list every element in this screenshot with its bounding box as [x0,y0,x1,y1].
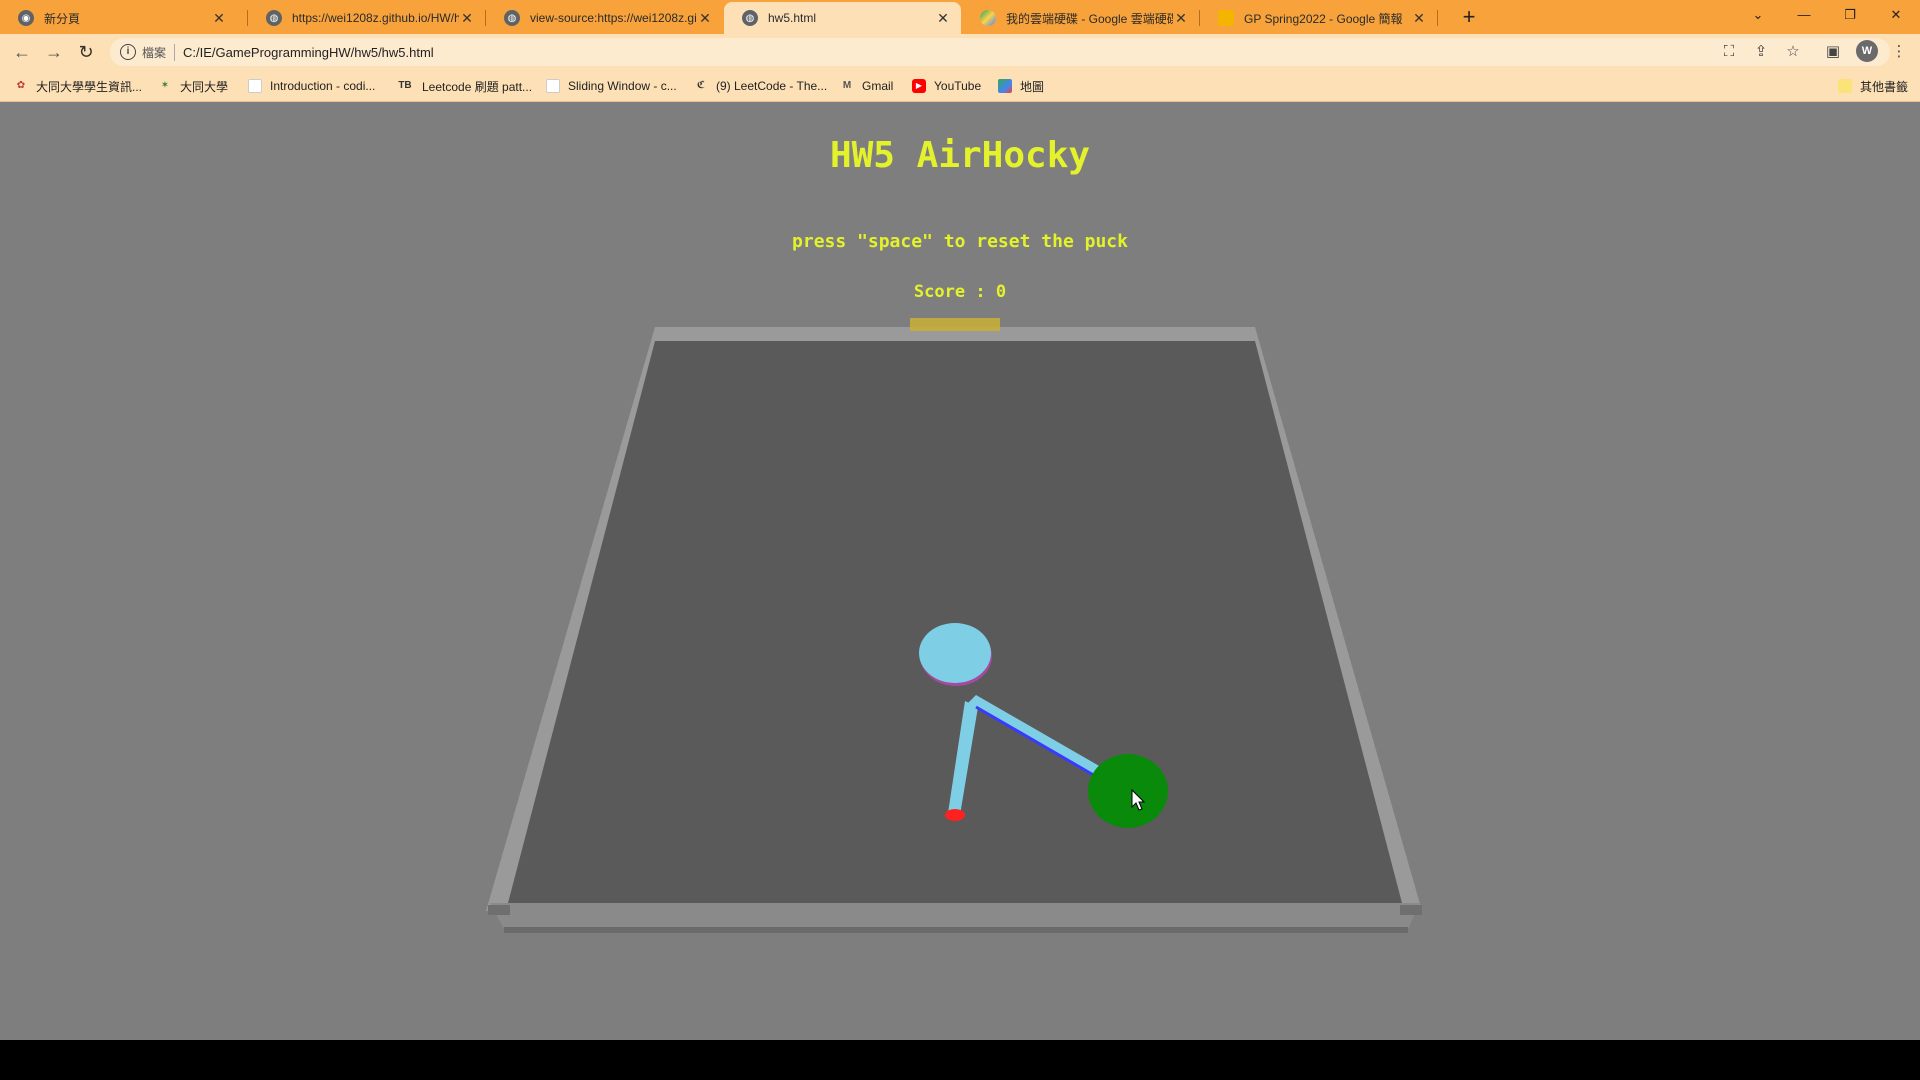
close-icon[interactable]: ✕ [1411,10,1427,27]
bookmark-tatung-student[interactable]: ✿ 大同大學學生資訊... [14,77,142,95]
forward-icon[interactable]: → [40,38,68,66]
tab-title: 新分頁 [44,11,81,26]
tab-github-hw[interactable]: ◍ https://wei1208z.github.io/HW/h ✕ [248,2,485,34]
bookmark-tatung[interactable]: ✶ 大同大學 [158,77,228,95]
bookmark-label: Sliding Window - c... [568,79,677,93]
bookmark-star-icon[interactable]: ☆ [1782,42,1804,64]
tab-title: https://wei1208z.github.io/HW/h [292,11,459,25]
page-icon [248,79,262,93]
tab-view-source[interactable]: ◍ view-source:https://wei1208z.gi ✕ [486,2,723,34]
bookmark-youtube[interactable]: ▶ YouTube [912,77,981,95]
reload-icon[interactable]: ↻ [72,38,100,66]
side-panel-icon[interactable]: ▣ [1822,42,1844,64]
new-tab-button[interactable]: + [1455,4,1483,32]
close-icon[interactable]: ✕ [697,10,713,27]
close-icon[interactable]: ✕ [1173,10,1189,27]
bookmark-maps[interactable]: 地圖 [998,77,1044,95]
browser-window: ◉ 新分頁 ✕ ◍ https://wei1208z.github.io/HW/… [0,0,1920,1040]
info-icon[interactable]: i [120,44,136,60]
slides-icon [1218,10,1234,26]
bookmark-label: YouTube [934,79,982,93]
tatung-icon: ✿ [16,80,26,91]
tab-hw5-html[interactable]: ◍ hw5.html ✕ [724,2,961,34]
bookmark-label: Introduction - codi... [270,79,376,93]
mallet [1088,754,1168,828]
bookmark-label: Gmail [862,79,894,93]
back-icon[interactable]: ← [8,38,36,66]
maps-icon [998,79,1012,93]
tab-new-tab[interactable]: ◉ 新分頁 ✕ [0,2,237,34]
page-title: HW5 AirHocky [829,135,1091,176]
reset-hint: press "space" to reset the puck [792,231,1128,252]
tab-search-icon[interactable]: ⌄ [1738,2,1778,30]
scheme-label: 檔案 [142,43,176,61]
bottom-black-strip [0,1040,1920,1080]
globe-icon: ◍ [742,10,758,26]
tab-google-drive[interactable]: 我的雲端硬碟 - Google 雲端硬碟 ✕ [962,2,1199,34]
bookmark-other[interactable]: 其他書籤 [1838,77,1908,95]
close-icon[interactable]: ✕ [459,10,475,27]
url-text[interactable]: C:/IE/GameProgrammingHW/hw5/hw5.html [183,45,434,60]
drive-icon [980,10,996,26]
page-viewport: HW5 AirHocky press "space" to reset the … [0,103,1920,1040]
bookmark-introduction[interactable]: Introduction - codi... [248,77,375,95]
bookmark-label: (9) LeetCode - The... [716,79,828,93]
arm-end-joint [945,809,965,821]
bookmarks-bar: ✿ 大同大學學生資訊... ✶ 大同大學 Introduction - codi… [0,70,1920,102]
bookmark-label: 其他書籤 [1860,79,1909,94]
leetcode-icon: ℭ [696,80,706,91]
tab-title: 我的雲端硬碟 - Google 雲端硬碟 [1006,11,1173,26]
translate-icon[interactable]: ⛶ [1718,42,1740,64]
bookmark-leetcode[interactable]: ℭ (9) LeetCode - The... [694,77,827,95]
tb-icon: TB [398,80,412,91]
tab-title: hw5.html [768,11,817,25]
tab-google-slides[interactable]: GP Spring2022 - Google 簡報 ✕ [1200,2,1437,34]
bookmark-label: 大同大學 [180,79,229,94]
table-front-rail-edge [504,927,1408,933]
score-value: 0 [995,282,1007,302]
youtube-icon: ▶ [912,79,926,93]
bookmark-gmail[interactable]: M Gmail [840,77,894,95]
share-icon[interactable]: ⇪ [1750,42,1772,64]
tab-title: GP Spring2022 - Google 簡報 [1244,11,1403,26]
minimize-icon[interactable]: — [1784,2,1824,30]
avatar[interactable]: W [1856,40,1878,62]
bookmark-label: 地圖 [1020,79,1045,94]
close-window-icon[interactable]: ✕ [1876,2,1916,30]
bookmark-sliding-window[interactable]: Sliding Window - c... [546,77,677,95]
browser-toolbar: ← → ↻ i 檔案 C:/IE/GameProgrammingHW/hw5/h… [0,34,1920,70]
page-icon [546,79,560,93]
close-icon[interactable]: ✕ [935,10,951,27]
close-icon[interactable]: ✕ [211,10,227,27]
tab-strip: ◉ 新分頁 ✕ ◍ https://wei1208z.github.io/HW/… [0,0,1920,34]
goal-slot [910,318,1000,331]
gmail-icon: M [842,80,852,91]
chrome-icon: ◉ [18,10,34,26]
bookmark-label: Leetcode 刷題 patt... [422,79,533,94]
folder-icon [1838,79,1852,93]
bookmark-label: 大同大學學生資訊... [36,79,143,94]
table-corner-left [488,905,510,915]
table-front-rail [490,903,1420,929]
globe-icon: ◍ [266,10,282,26]
globe-icon: ◍ [504,10,520,26]
tatung-logo-icon: ✶ [160,80,170,91]
table-corner-right [1400,905,1422,915]
menu-icon[interactable]: ⋮ [1888,42,1910,64]
score-display: Score : 0 [0,282,1920,302]
address-bar[interactable]: i 檔案 C:/IE/GameProgrammingHW/hw5/hw5.htm… [110,38,1890,66]
bookmark-leetcode-pattern[interactable]: TB Leetcode 刷題 patt... [396,77,532,95]
tab-title: view-source:https://wei1208z.gi [530,11,697,25]
tab-separator [1437,10,1438,26]
score-label: Score : [913,282,996,302]
puck [919,623,991,683]
restore-icon[interactable]: ❐ [1830,2,1870,30]
